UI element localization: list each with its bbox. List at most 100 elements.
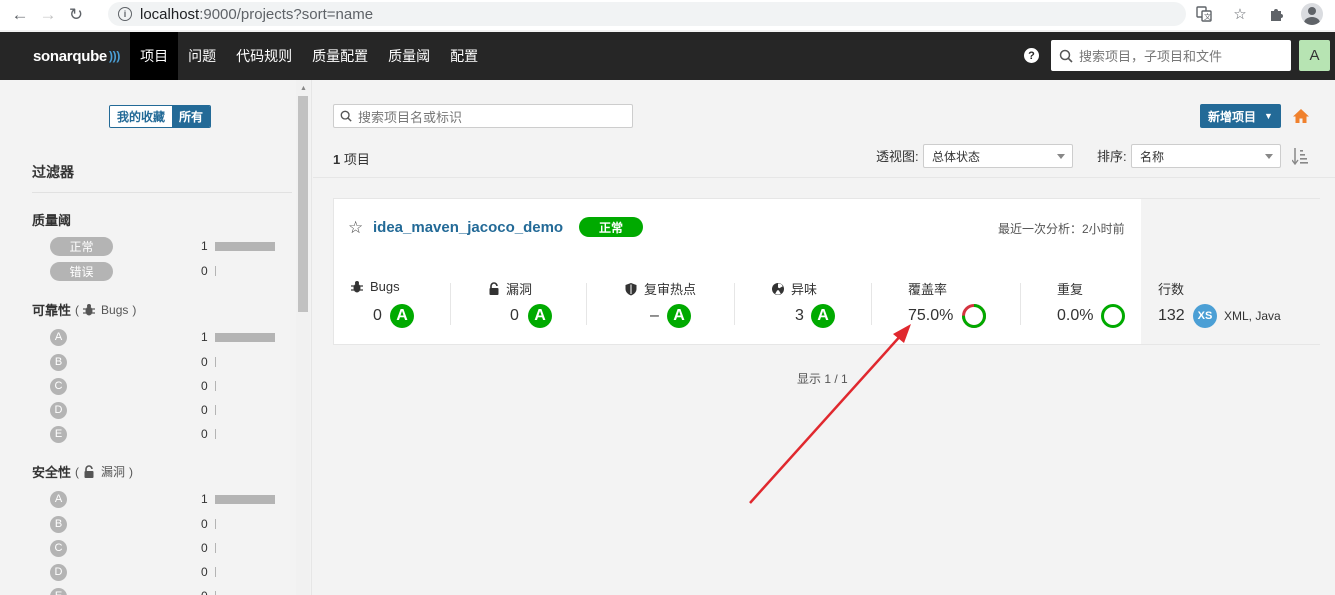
user-avatar[interactable]: A (1299, 40, 1330, 71)
translate-icon[interactable]: 文 (1193, 3, 1215, 25)
help-icon[interactable]: ? (1024, 48, 1039, 63)
facet-bar (215, 429, 216, 439)
facet-count: 0 (201, 541, 208, 555)
address-bar[interactable]: i localhost:9000/projects?sort=name (108, 2, 1186, 26)
project-search-input[interactable]: 搜索项目名或标识 (333, 104, 633, 128)
security-rating-badge[interactable]: A (528, 304, 552, 328)
new-project-button[interactable]: 新增项目 ▼ (1200, 104, 1281, 128)
facet-bar (215, 266, 216, 276)
sort-select[interactable]: 名称 (1131, 144, 1281, 168)
facet-subtitle-close: ) (129, 464, 134, 479)
lock-icon (84, 464, 94, 478)
duplications-circle-icon[interactable] (1100, 303, 1126, 329)
facet-row-quality-gate-ok[interactable]: 正常 1 (50, 236, 280, 256)
facet-row-security-a[interactable]: A 1 (50, 489, 280, 509)
nav-issues[interactable]: 问题 (178, 32, 226, 80)
reload-icon[interactable]: ↻ (62, 1, 90, 29)
facet-bar (215, 357, 216, 367)
chevron-down-icon (1057, 154, 1065, 159)
global-search-input[interactable]: 搜索项目，子项目和文件 (1051, 40, 1291, 71)
rating-letter: B (50, 353, 67, 371)
facet-row-reliability-b[interactable]: B 0 (50, 352, 280, 372)
sonarqube-logo[interactable]: sonarqube ))) (33, 48, 120, 65)
rating-letter: D (50, 563, 67, 581)
nav-rules[interactable]: 代码规则 (226, 32, 302, 80)
new-project-label: 新增项目 (1208, 109, 1257, 124)
coverage-donut-chart[interactable] (961, 303, 987, 329)
divider (586, 283, 587, 325)
facet-bar (215, 543, 216, 553)
hotspots-value[interactable]: – (650, 307, 659, 325)
bugs-value[interactable]: 0 (373, 307, 382, 325)
scroll-up-arrow-icon[interactable]: ▲ (300, 85, 307, 92)
measure-label: 漏洞 (488, 279, 532, 298)
scrollbar-thumb[interactable] (298, 96, 308, 312)
code-smells-value[interactable]: 3 (795, 307, 804, 325)
facet-row-security-c[interactable]: C 0 (50, 538, 280, 558)
facet-count: 1 (201, 330, 208, 344)
maintainability-rating-badge[interactable]: A (811, 304, 835, 328)
facet-bar (215, 242, 275, 251)
search-icon (340, 110, 352, 122)
facet-title-reliability[interactable]: 可靠性 ( Bugs ) (32, 300, 136, 319)
rating-letter: E (50, 425, 67, 443)
quality-gate-badge[interactable]: 正常 (579, 217, 643, 237)
nav-quality-profiles[interactable]: 质量配置 (302, 32, 378, 80)
facet-row-reliability-c[interactable]: C 0 (50, 376, 280, 396)
toggle-favorites[interactable]: 我的收藏 (110, 106, 173, 127)
measure-label: 复审热点 (624, 279, 696, 298)
facet-row-reliability-a[interactable]: A 1 (50, 327, 280, 347)
sort-direction-icon[interactable] (1291, 147, 1308, 170)
perspective-select[interactable]: 总体状态 (923, 144, 1073, 168)
forward-arrow-icon[interactable]: → (34, 1, 62, 29)
coverage-value[interactable]: 75.0% (908, 307, 953, 325)
facet-bar (215, 495, 275, 504)
facet-row-security-e[interactable]: E 0 (50, 586, 280, 595)
reliability-rating-badge[interactable]: A (390, 304, 414, 328)
toggle-all[interactable]: 所有 (172, 106, 211, 127)
measure-label: 异味 (771, 279, 817, 298)
sort-value: 名称 (1140, 149, 1165, 164)
nav-administration[interactable]: 配置 (440, 32, 488, 80)
site-info-icon[interactable]: i (118, 7, 132, 21)
project-card: ☆ idea_maven_jacoco_demo 正常 最近一次分析：2小时前 … (333, 198, 1320, 345)
facet-row-security-d[interactable]: D 0 (50, 562, 280, 582)
facet-bar (215, 381, 216, 391)
facet-row-reliability-d[interactable]: D 0 (50, 400, 280, 420)
shield-icon (625, 282, 637, 295)
back-arrow-icon[interactable]: ← (6, 1, 34, 29)
duplications-value[interactable]: 0.0% (1057, 307, 1093, 325)
measure-label-text: 覆盖率 (908, 282, 948, 297)
lines-value[interactable]: 132 (1158, 307, 1185, 325)
facet-count: 0 (201, 355, 208, 369)
security-review-rating-badge[interactable]: A (667, 304, 691, 328)
code-smell-icon (772, 282, 784, 295)
favorite-star-icon[interactable]: ☆ (348, 218, 363, 238)
facet-row-quality-gate-error[interactable]: 错误 0 (50, 261, 280, 281)
facet-subtitle-close: ) (132, 302, 137, 317)
nav-projects[interactable]: 项目 (130, 32, 179, 80)
facet-title-security[interactable]: 安全性 ( 漏洞 ) (32, 462, 133, 481)
languages-list: XML, Java (1224, 309, 1281, 323)
facet-count: 0 (201, 403, 208, 417)
browser-profile-icon[interactable] (1301, 3, 1323, 25)
global-search-placeholder: 搜索项目，子项目和文件 (1079, 49, 1223, 64)
project-search-placeholder: 搜索项目名或标识 (358, 109, 463, 125)
vulnerabilities-value[interactable]: 0 (510, 307, 519, 325)
measure-label-text: 重复 (1057, 282, 1084, 297)
project-name-link[interactable]: idea_maven_jacoco_demo (373, 219, 563, 236)
extensions-puzzle-icon[interactable] (1265, 3, 1287, 25)
rating-letter: C (50, 539, 67, 557)
status-pill: 正常 (50, 236, 113, 256)
bookmark-star-icon[interactable]: ☆ (1229, 3, 1251, 25)
project-count-number: 1 (333, 152, 341, 167)
facet-row-reliability-e[interactable]: E 0 (50, 424, 280, 444)
facet-bar (215, 567, 216, 577)
nav-quality-gates[interactable]: 质量阈 (378, 32, 440, 80)
facet-row-security-b[interactable]: B 0 (50, 514, 280, 534)
bug-icon (83, 303, 96, 315)
rating-letter: E (50, 587, 67, 595)
chevron-down-icon (1265, 154, 1273, 159)
facet-title-quality-gate[interactable]: 质量阈 (32, 210, 71, 229)
home-icon[interactable] (1292, 107, 1310, 125)
